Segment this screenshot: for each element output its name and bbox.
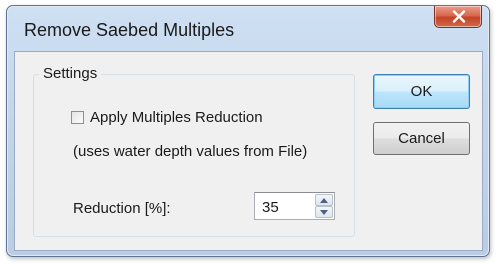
reduction-label: Reduction [%]:: [73, 200, 171, 217]
apply-multiples-label: Apply Multiples Reduction: [90, 109, 263, 126]
apply-multiples-option[interactable]: Apply Multiples Reduction: [71, 109, 263, 126]
cancel-button[interactable]: Cancel: [373, 122, 470, 155]
window-title: Remove Saebed Multiples: [24, 20, 235, 40]
arrow-up-icon: [320, 198, 328, 203]
dialog-body: Settings Apply Multiples Reduction (uses…: [14, 51, 483, 251]
reduction-spinbox[interactable]: 35: [254, 192, 335, 220]
apply-multiples-checkbox[interactable]: [71, 111, 84, 124]
ok-button[interactable]: OK: [373, 74, 470, 109]
spin-down-button[interactable]: [315, 206, 333, 218]
arrow-down-icon: [320, 210, 328, 215]
dialog-window: Remove Saebed Multiples Settings Apply M…: [6, 5, 490, 257]
water-depth-note: (uses water depth values from File): [73, 143, 308, 160]
spin-up-button[interactable]: [315, 194, 333, 206]
reduction-spin-buttons: [315, 194, 333, 218]
reduction-value[interactable]: 35: [262, 199, 279, 216]
close-icon: [452, 10, 466, 23]
close-button[interactable]: [434, 6, 482, 28]
settings-group-label: Settings: [39, 65, 102, 82]
